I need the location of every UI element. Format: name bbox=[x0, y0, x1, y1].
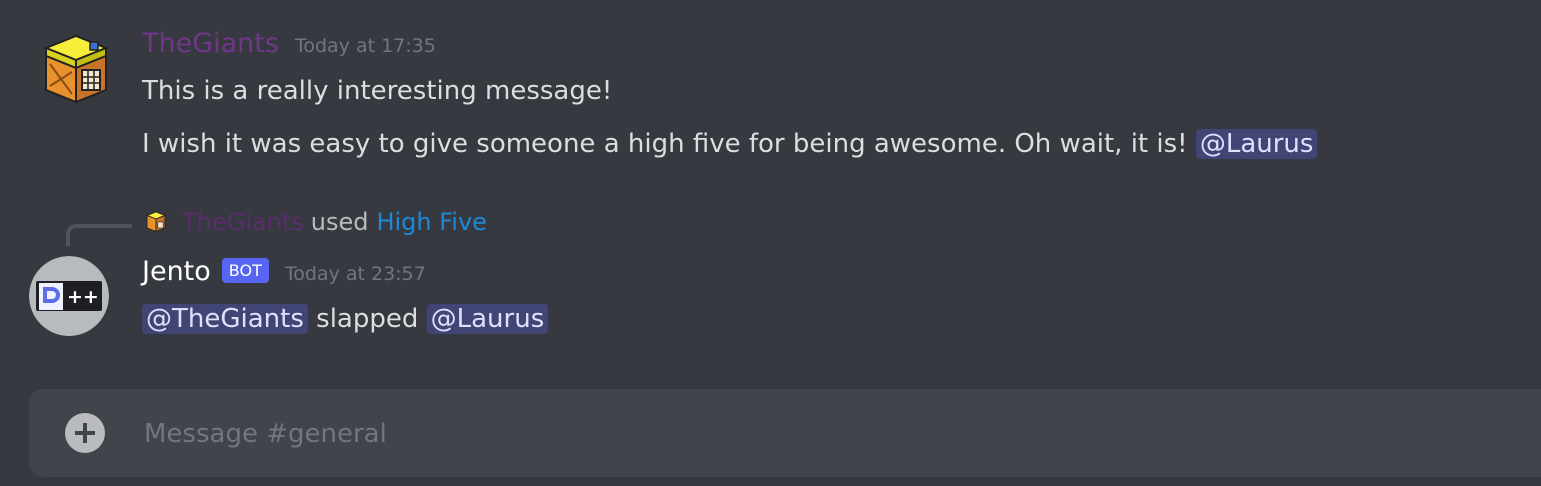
chat-view: TheGiants Today at 17:35 This is a reall… bbox=[0, 0, 1541, 486]
timestamp: Today at 23:57 bbox=[284, 263, 426, 285]
mention-thegiants[interactable]: @TheGiants bbox=[142, 304, 308, 334]
message-input[interactable] bbox=[142, 389, 1526, 479]
message-line: I wish it was easy to give someone a hig… bbox=[142, 124, 1318, 164]
username-thegiants[interactable]: TheGiants bbox=[142, 28, 279, 59]
message-text: I wish it was easy to give someone a hig… bbox=[142, 129, 1188, 159]
username-jento[interactable]: Jento bbox=[142, 256, 211, 287]
message-line: @TheGiants slapped @Laurus bbox=[142, 299, 549, 339]
mention-laurus[interactable]: @Laurus bbox=[426, 304, 549, 334]
reply-username[interactable]: TheGiants bbox=[182, 208, 304, 236]
box-avatar-icon bbox=[36, 30, 116, 110]
message-text: slapped bbox=[316, 304, 419, 334]
reply-used-text: used bbox=[310, 208, 369, 236]
message-text: This is a really interesting message! bbox=[142, 76, 613, 106]
jento-avatar[interactable]: ++ bbox=[29, 256, 109, 336]
plus-circle-icon bbox=[75, 423, 95, 443]
reply-spine bbox=[66, 224, 132, 246]
command-name-link[interactable]: High Five bbox=[376, 208, 486, 236]
box-avatar-icon bbox=[145, 211, 167, 233]
mention-laurus[interactable]: @Laurus bbox=[1195, 129, 1318, 159]
attach-button[interactable] bbox=[65, 413, 105, 453]
command-reply-indicator[interactable]: TheGiants used High Five bbox=[144, 208, 487, 236]
dpp-bot-avatar-icon: ++ bbox=[29, 256, 109, 336]
message-composer bbox=[29, 389, 1541, 479]
bot-tag: BOT bbox=[221, 258, 269, 283]
thegiants-avatar[interactable] bbox=[36, 30, 116, 110]
timestamp: Today at 17:35 bbox=[294, 35, 436, 57]
message-header: TheGiants Today at 17:35 bbox=[142, 28, 436, 59]
svg-text:++: ++ bbox=[67, 286, 99, 308]
message-header: Jento BOT Today at 23:57 bbox=[142, 256, 426, 287]
message-line: This is a really interesting message! bbox=[142, 71, 612, 111]
